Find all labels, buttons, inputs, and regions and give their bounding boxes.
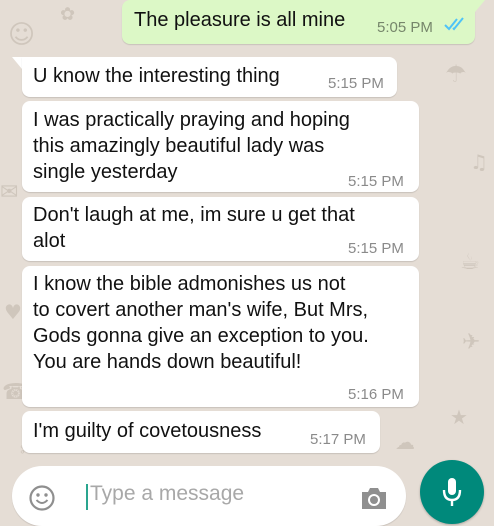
message-time: 5:15 PM [328,75,384,92]
text-cursor [86,484,88,510]
message-time: 5:16 PM [348,386,404,403]
message-text: this amazingly beautiful lady was [33,135,325,157]
message-input[interactable]: Type a message [90,482,244,506]
message-text: Gods gonna give an exception to you. [33,325,369,347]
message-time: 5:15 PM [348,173,404,190]
message-bubble-incoming[interactable]: I know the bible admonishes us not to co… [22,266,419,407]
message-text: alot [33,230,66,252]
bubble-tail [12,57,22,69]
send-voice-button[interactable] [420,460,484,524]
message-bubble-incoming[interactable]: U know the interesting thing 5:15 PM [22,57,397,97]
message-composer: Type a message [12,466,406,526]
microphone-icon [442,478,462,506]
message-text: The pleasure is all mine [134,9,346,31]
message-time: 5:05 PM [377,19,433,36]
message-text: I'm guilty of covetousness [33,420,262,442]
message-bubble-incoming[interactable]: I was practically praying and hoping thi… [22,101,419,192]
message-text: I was practically praying and hoping [33,109,350,131]
message-time: 5:17 PM [310,431,366,448]
message-text: Don't laugh at me, im sure u get that [33,204,355,226]
message-bubble-outgoing[interactable]: The pleasure is all mine 5:05 PM [122,0,475,44]
message-bubble-incoming[interactable]: I'm guilty of covetousness 5:17 PM [22,411,380,453]
message-text: I know the bible admonishes us not [33,273,346,295]
message-text: to covert another man's wife, But Mrs, [33,299,369,321]
message-text: single yesterday [33,161,178,183]
bubble-tail [475,0,485,12]
message-text: You are hands down beautiful! [33,351,302,373]
message-text: U know the interesting thing [33,65,280,87]
double-check-icon [444,17,464,31]
message-bubble-incoming[interactable]: Don't laugh at me, im sure u get that al… [22,197,419,261]
message-time: 5:15 PM [348,240,404,257]
